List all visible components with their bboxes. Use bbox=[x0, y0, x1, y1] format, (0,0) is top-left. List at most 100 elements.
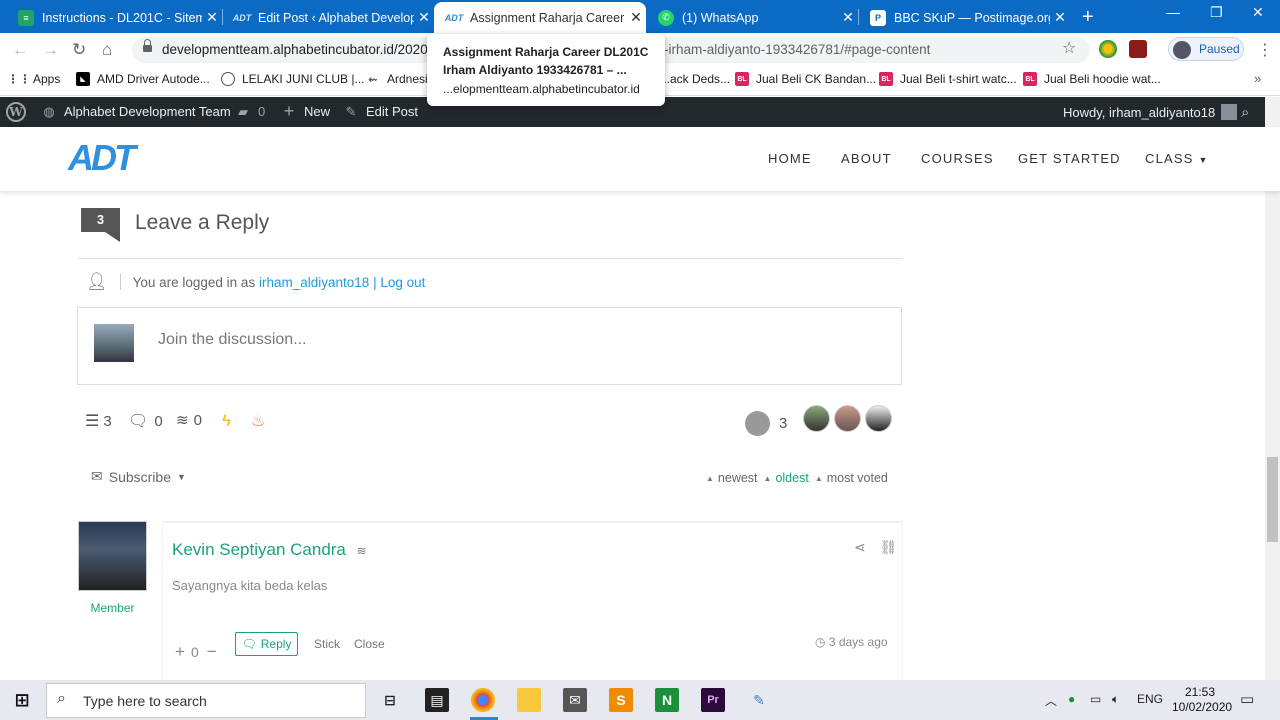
logout-link[interactable]: | Log out bbox=[373, 275, 425, 290]
forward-arrow-icon[interactable]: → bbox=[42, 40, 59, 60]
avatar bbox=[1173, 41, 1191, 59]
close-link[interactable]: Close bbox=[354, 637, 385, 651]
downvote-minus-icon[interactable]: − bbox=[207, 642, 217, 662]
scrollbar-thumb[interactable] bbox=[1267, 457, 1278, 542]
app-green-icon[interactable]: N bbox=[655, 688, 679, 712]
system-clock[interactable]: 21:53 10/02/2020 bbox=[1172, 685, 1232, 715]
volume-icon[interactable]: 🔈︎ bbox=[1112, 692, 1119, 707]
comment-date-text: 3 days ago bbox=[828, 635, 888, 649]
tray-network-app-icon[interactable]: ● bbox=[1068, 692, 1075, 706]
reload-icon[interactable]: ↻ bbox=[72, 40, 86, 60]
nav-courses[interactable]: COURSES bbox=[921, 151, 994, 166]
premiere-icon[interactable]: Pr bbox=[701, 688, 725, 712]
page-content: 3 Leave a Reply 👤︎ You are logged in as … bbox=[0, 191, 1265, 680]
followers-stat: ≋ 0 bbox=[176, 411, 202, 430]
tooltip-title-line2: Irham Aldiyanto 1933426781 – ... bbox=[443, 63, 627, 77]
sort-most-voted[interactable]: most voted bbox=[827, 471, 888, 485]
tab-instructions[interactable]: ≡ Instructions - DL201C - Sitem ✕ bbox=[6, 2, 222, 33]
nav-about[interactable]: ABOUT bbox=[841, 151, 892, 166]
bookmark-jual-ck[interactable]: BL Jual Beli CK Bandan... bbox=[735, 72, 876, 86]
home-icon[interactable]: ⌂ bbox=[102, 40, 112, 60]
comment-item: Kevin Septiyan Candra ≋ ⋖ ⛓ Sayangnya ki… bbox=[163, 522, 902, 680]
tab-postimage[interactable]: P BBC SKuP — Postimage.org ✕ bbox=[858, 2, 1070, 33]
close-icon[interactable]: ✕ bbox=[202, 9, 222, 26]
tab-edit-post[interactable]: ADT Edit Post ‹ Alphabet Developm ✕ bbox=[222, 2, 434, 33]
back-arrow-icon[interactable]: ← bbox=[12, 40, 29, 60]
comment-author[interactable]: Kevin Septiyan Candra ≋ bbox=[172, 540, 367, 560]
comment-editor[interactable]: Join the discussion... bbox=[77, 307, 902, 385]
admin-comments-link[interactable]: ▰ 0 bbox=[236, 104, 265, 120]
sublime-icon[interactable]: S bbox=[609, 688, 633, 712]
dashboard-icon: ◍ bbox=[43, 103, 55, 119]
mail-icon[interactable]: ✉ bbox=[563, 688, 587, 712]
link-icon[interactable]: ⛓ bbox=[880, 539, 898, 555]
notifications-icon[interactable]: ▭ bbox=[1240, 690, 1254, 708]
search-icon[interactable]: ⌕ bbox=[1241, 104, 1249, 121]
task-view-icon[interactable]: ⊟ bbox=[378, 688, 402, 712]
url-text: developmentteam.alphabetincubator.id/202… bbox=[162, 42, 432, 57]
store-icon[interactable]: ▤ bbox=[425, 688, 449, 712]
bookmark-star-icon[interactable]: ☆ bbox=[1062, 38, 1076, 58]
nav-get-started[interactable]: GET STARTED bbox=[1018, 151, 1121, 166]
tab-title: Edit Post ‹ Alphabet Developm bbox=[258, 10, 414, 25]
admin-site-link[interactable]: ◍ Alphabet Development Team bbox=[42, 103, 230, 120]
admin-account-menu[interactable]: Howdy, irham_aldiyanto18 bbox=[1063, 104, 1238, 120]
reply-button[interactable]: 🗨︎ Reply bbox=[235, 632, 298, 656]
stick-link[interactable]: Stick bbox=[314, 637, 340, 651]
menu-kebab-icon[interactable]: ⋮ bbox=[1257, 40, 1273, 60]
taskbar-search[interactable]: ⌕ Type here to search bbox=[46, 683, 366, 718]
new-tab-button[interactable]: + bbox=[1082, 6, 1094, 29]
profile-button[interactable]: Paused bbox=[1168, 37, 1244, 61]
bookmark-lelaki[interactable]: LELAKI JUNI CLUB |... bbox=[221, 72, 365, 86]
nav-class[interactable]: CLASS ▼ bbox=[1145, 151, 1209, 166]
paint-icon[interactable]: ✎ bbox=[747, 688, 771, 712]
bookmark-jual-hoodie[interactable]: BL Jual Beli hoodie wat... bbox=[1023, 72, 1161, 86]
author-name: Kevin Septiyan Candra bbox=[172, 540, 346, 559]
globe-icon bbox=[221, 72, 235, 86]
tray-expand-icon[interactable]: ︿ bbox=[1045, 692, 1057, 709]
avatar[interactable] bbox=[865, 405, 892, 432]
bookmark-apps[interactable]: ⋮⋮ Apps bbox=[7, 72, 60, 86]
replies-count: 0 bbox=[154, 412, 163, 430]
window-close-icon[interactable]: ✕ bbox=[1252, 4, 1264, 21]
bookmark-deds[interactable]: ...ack Deds... bbox=[660, 72, 730, 86]
restore-icon[interactable]: ❐ bbox=[1210, 4, 1223, 21]
subscribe-label: Subscribe bbox=[108, 468, 171, 485]
avatar[interactable] bbox=[78, 521, 147, 591]
close-icon[interactable]: ✕ bbox=[838, 9, 858, 26]
avatar[interactable] bbox=[803, 405, 830, 432]
tab-whatsapp[interactable]: ✆ (1) WhatsApp ✕ bbox=[646, 2, 858, 33]
clock-time: 21:53 bbox=[1184, 685, 1216, 699]
admin-new-link[interactable]: + New bbox=[282, 101, 330, 121]
admin-edit-post-link[interactable]: ✎ Edit Post bbox=[344, 104, 418, 120]
avatar[interactable] bbox=[834, 405, 861, 432]
sort-oldest[interactable]: oldest bbox=[775, 471, 808, 485]
site-logo[interactable]: ADT bbox=[68, 137, 136, 179]
share-icon[interactable]: ⋖ bbox=[854, 539, 866, 555]
sort-newest[interactable]: newest bbox=[718, 471, 758, 485]
username-link[interactable]: irham_aldiyanto18 bbox=[259, 275, 369, 290]
language-indicator[interactable]: ENG bbox=[1137, 692, 1163, 706]
chrome-icon[interactable] bbox=[471, 688, 495, 712]
minimize-icon[interactable]: — bbox=[1166, 4, 1180, 20]
wordpress-logo-icon[interactable]: W bbox=[6, 102, 26, 122]
fire-icon[interactable]: ♨ bbox=[251, 411, 265, 431]
acrobat-icon[interactable] bbox=[1129, 40, 1147, 58]
close-icon[interactable]: ✕ bbox=[1050, 9, 1070, 26]
extension-icon[interactable] bbox=[1099, 40, 1117, 58]
chevron-right-icon[interactable]: » bbox=[1254, 71, 1261, 86]
file-explorer-icon[interactable] bbox=[517, 688, 541, 712]
vote-control: + 0 − bbox=[175, 642, 217, 662]
bookmark-jual-tshirt[interactable]: BL Jual Beli t-shirt watc... bbox=[879, 72, 1017, 86]
tab-assignment[interactable]: ADT Assignment Raharja Career DL ✕ bbox=[434, 2, 646, 33]
user-settings-icon: 👤︎ bbox=[86, 272, 108, 291]
nav-home[interactable]: HOME bbox=[768, 151, 812, 166]
bolt-icon[interactable]: ϟ bbox=[222, 411, 231, 431]
subscribe-dropdown[interactable]: ✉ Subscribe ▼ bbox=[91, 468, 186, 485]
windows-start-icon[interactable]: ⊞ bbox=[10, 688, 34, 712]
upvote-plus-icon[interactable]: + bbox=[175, 642, 185, 662]
wifi-icon[interactable]: ▭ bbox=[1090, 692, 1101, 706]
close-icon[interactable]: ✕ bbox=[414, 9, 434, 26]
close-icon[interactable]: ✕ bbox=[626, 9, 646, 26]
bookmark-amd[interactable]: ◣ AMD Driver Autode... bbox=[76, 72, 210, 86]
